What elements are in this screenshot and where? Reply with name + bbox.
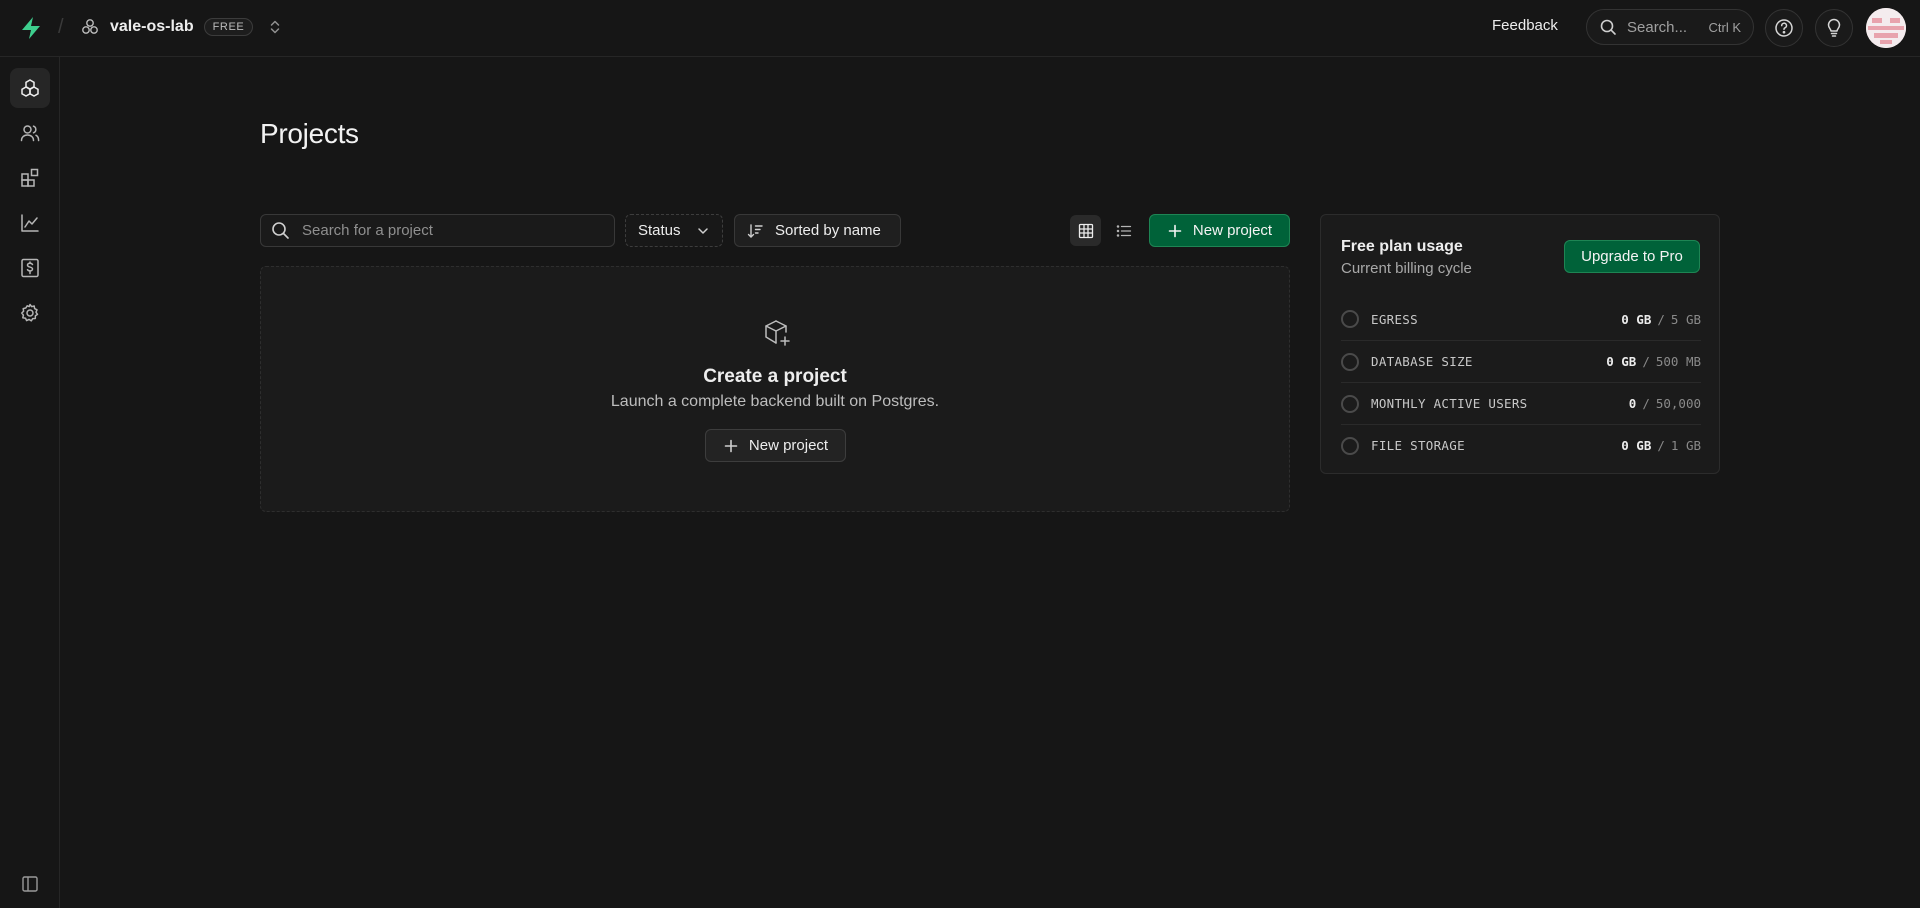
org-switcher[interactable]: vale-os-lab FREE [80,14,283,40]
lightbulb-icon [1827,18,1841,37]
usage-separator: / [1657,311,1665,327]
page-title: Projects [260,118,359,149]
usage-progress-ring [1341,436,1359,455]
usage-separator: / [1642,396,1650,411]
empty-new-project-label: New project [748,437,829,454]
usage-row-database-size: DATABASE SIZE 0 GB / 500 MB [1341,340,1701,382]
list-icon [1116,224,1131,237]
usage-progress-ring [1341,394,1359,413]
org-icon [82,19,98,34]
integrations-icon [21,168,39,187]
sort-button[interactable]: Sorted by name [734,214,901,247]
projects-icon [21,79,39,97]
feedback-button[interactable]: Feedback [1492,17,1558,34]
status-filter-label: Status [638,222,681,239]
team-icon [20,125,40,142]
usage-label: FILE STORAGE [1371,438,1465,453]
breadcrumb-separator: / [58,16,64,38]
usage-value: 0 GB [1606,354,1637,369]
usage-limit: 500 MB [1655,354,1701,369]
user-avatar[interactable] [1866,8,1906,48]
supabase-logo-icon[interactable] [18,15,44,41]
sort-label: Sorted by name [775,222,881,239]
list-view-toggle[interactable] [1108,215,1139,246]
usage-row-file-storage: FILE STORAGE 0 GB / 1 GB [1341,424,1701,466]
chevron-down-icon [698,227,708,234]
usage-progress-ring [1341,310,1359,328]
help-circle-icon [1775,19,1793,37]
usage-value: 0 [1628,396,1637,411]
grid-icon [1078,223,1093,238]
search-shortcut-hint: Ctrl K [1708,19,1742,35]
empty-new-project-button[interactable]: New project [705,429,846,462]
billing-icon [21,258,39,278]
sidebar [0,57,60,908]
usage-row-monthly-active-users: MONTHLY ACTIVE USERS 0 / 50,000 [1341,382,1701,424]
plus-icon [1168,224,1182,237]
usage-limit: 1 GB [1670,438,1701,453]
org-name: vale-os-lab [110,18,194,35]
sort-icon [747,223,763,238]
empty-projects-card: Create a project Launch a complete backe… [260,266,1290,512]
whats-new-button[interactable] [1815,9,1853,47]
sidebar-item-usage[interactable] [10,203,50,243]
usage-separator: / [1642,354,1650,369]
usage-value: 0 GB [1621,311,1652,327]
sidebar-item-billing[interactable] [10,248,50,288]
sidebar-item-integrations[interactable] [10,158,50,198]
usage-title: Free plan usage [1341,238,1463,255]
global-search-button[interactable]: Search... Ctrl K [1586,9,1754,45]
usage-label: EGRESS [1371,311,1418,327]
empty-state-title: Create a project [703,366,847,387]
empty-state-subtitle: Launch a complete backend built on Postg… [610,393,940,410]
search-icon [272,222,289,239]
collapse-sidebar-icon[interactable] [20,874,40,894]
avatar-pattern-icon [1866,8,1906,48]
usage-subtitle: Current billing cycle [1341,260,1472,277]
usage-value: 0 GB [1621,438,1652,453]
usage-row-egress: EGRESS 0 GB / 5 GB [1341,298,1701,340]
global-search-placeholder: Search... [1627,18,1688,36]
plus-icon [724,439,738,452]
plan-usage-card: Free plan usage Current billing cycle Up… [1320,214,1720,474]
search-icon [1600,19,1616,35]
usage-separator: / [1657,438,1665,453]
project-search-box[interactable] [260,214,615,247]
sidebar-item-settings[interactable] [10,293,50,333]
new-project-label: New project [1192,222,1273,239]
cube-plus-icon [765,320,790,346]
usage-chart-icon [21,214,39,232]
new-project-button[interactable]: New project [1149,214,1290,247]
usage-limit: 50,000 [1655,396,1701,411]
usage-label: MONTHLY ACTIVE USERS [1371,396,1528,411]
plan-badge: FREE [203,18,254,36]
grid-view-toggle[interactable] [1070,215,1101,246]
status-filter-button[interactable]: Status [625,214,723,247]
sidebar-item-team[interactable] [10,113,50,153]
chevron-up-down-icon[interactable] [267,18,283,36]
usage-progress-ring [1341,352,1359,371]
usage-limit: 5 GB [1670,311,1701,327]
top-bar: / vale-os-lab FREE Feedback Search... Ct… [0,0,1920,57]
project-search-input[interactable] [302,222,602,239]
upgrade-to-pro-button[interactable]: Upgrade to Pro [1564,240,1700,273]
sidebar-item-projects[interactable] [10,68,50,108]
settings-icon [21,303,39,322]
usage-label: DATABASE SIZE [1371,354,1473,369]
help-button[interactable] [1765,9,1803,47]
